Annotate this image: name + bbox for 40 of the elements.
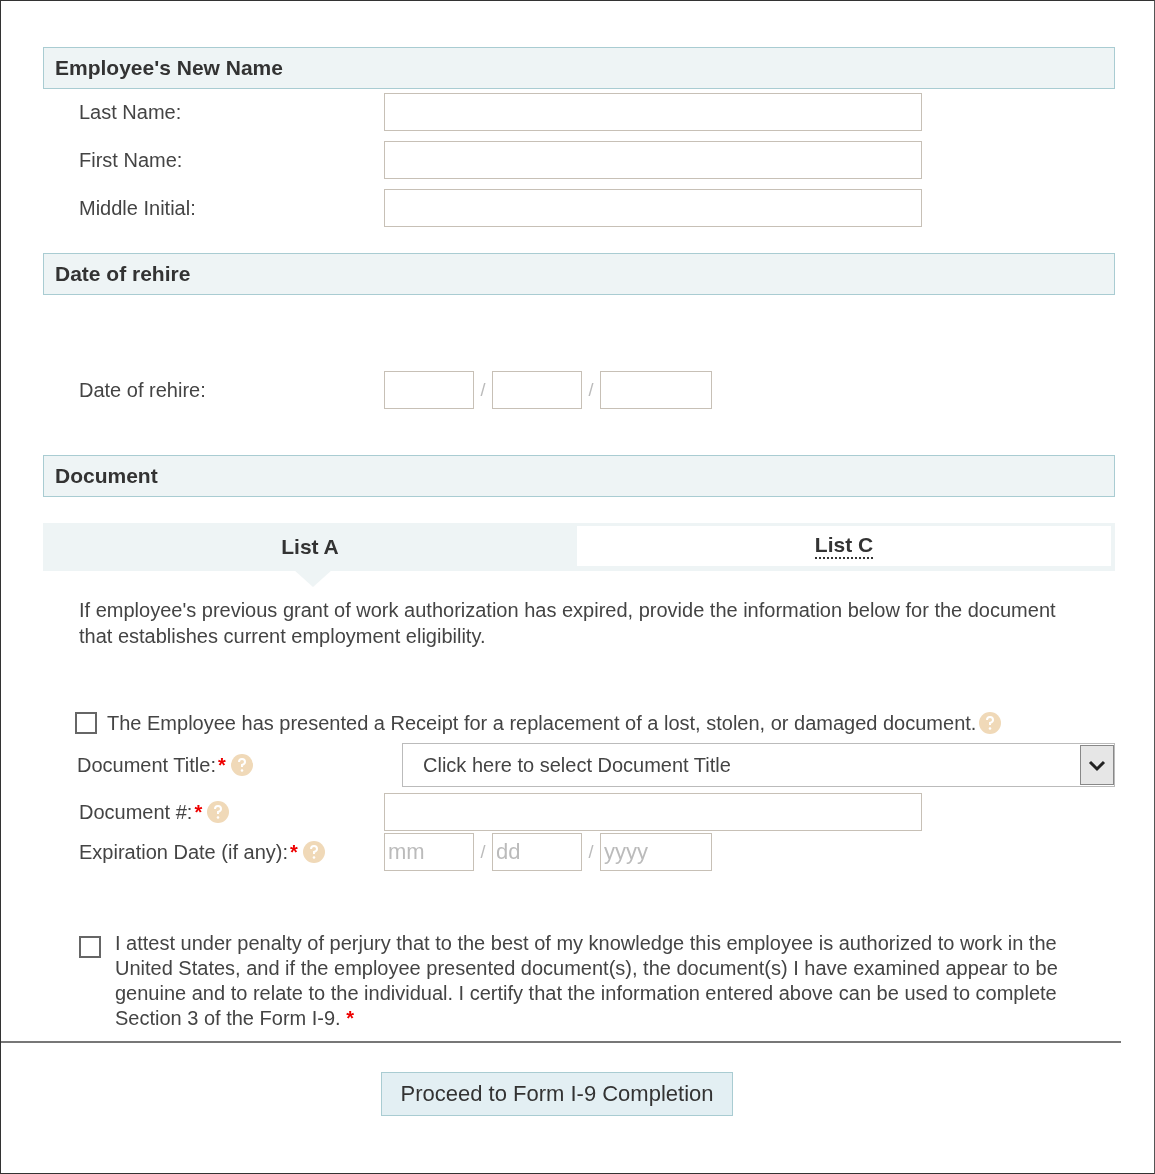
checkbox-label: The Employee has presented a Receipt for a replacement of a lost, stolen, or damaged document. <box>107 711 977 735</box>
field-label: Document #: <box>79 800 193 824</box>
date-field[interactable]: yyyy <box>600 833 712 871</box>
date-separator: / <box>479 841 487 863</box>
tab[interactable]: List C <box>577 526 1111 566</box>
required-marker: * <box>217 753 226 777</box>
caret-icon <box>1080 745 1114 785</box>
help-icon[interactable] <box>229 753 254 777</box>
required-marker: * <box>194 800 203 824</box>
text-field[interactable] <box>384 93 922 131</box>
help-icon[interactable] <box>301 840 326 864</box>
field-label: Middle Initial: <box>79 196 196 219</box>
date-field[interactable]: mm <box>384 833 474 871</box>
text-field[interactable] <box>384 189 922 227</box>
section-header: Date of rehire <box>43 253 1115 295</box>
date-separator: / <box>587 841 595 863</box>
field-label: Document Title: <box>77 753 216 777</box>
date-separator: / <box>479 379 487 401</box>
help-icon[interactable] <box>978 711 1003 735</box>
proceed-button[interactable]: Proceed to Form I-9 Completion <box>381 1072 733 1116</box>
document-title-dropdown[interactable]: Click here to select Document Title <box>402 743 1115 787</box>
date-separator: / <box>587 379 595 401</box>
section-header: Employee's New Name <box>43 47 1115 89</box>
text-field[interactable] <box>384 141 922 179</box>
help-icon[interactable] <box>206 800 231 824</box>
field-label: Date of rehire: <box>79 378 206 401</box>
checkbox[interactable] <box>79 936 101 958</box>
section-header: Document <box>43 455 1115 497</box>
date-field[interactable] <box>492 371 582 409</box>
attestation-text: I attest under penalty of perjury that to the best of my knowledge this employee is authorized to work in the United States, and if the employee presented document(s), the document(s) I have examined appear to be genuine and to relate to the individual. I certify that the information entered above can be used to complete Section 3 of the Form I-9. * <box>115 931 1059 1031</box>
date-field[interactable]: dd <box>492 833 582 871</box>
date-field[interactable] <box>384 371 474 409</box>
field-label: First Name: <box>79 148 183 171</box>
field-label: Expiration Date (if any): <box>79 840 288 864</box>
text-field[interactable] <box>384 793 922 831</box>
checkbox[interactable] <box>75 712 97 734</box>
field-label: Last Name: <box>79 100 182 123</box>
date-field[interactable] <box>600 371 712 409</box>
instruction-text: If employee's previous grant of work authorization has expired, provide the information below for the document that establishes current employment eligibility. <box>79 598 1057 649</box>
required-marker: * <box>290 840 298 864</box>
